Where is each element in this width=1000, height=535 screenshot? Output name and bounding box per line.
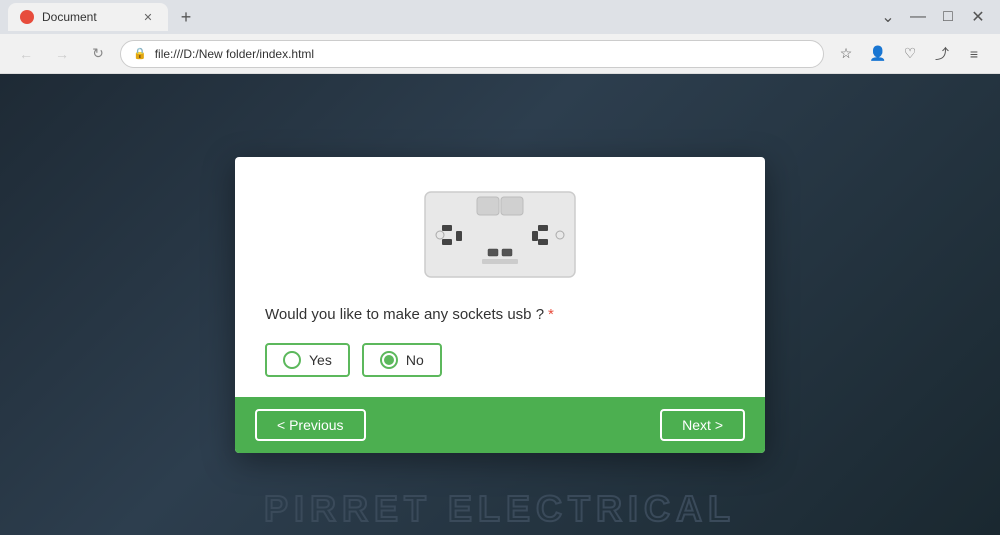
bookmark-icon[interactable]: ☆ bbox=[832, 40, 860, 68]
bg-logo-text: PIRRET ELECTRICAL bbox=[264, 488, 736, 530]
browser-chrome: Document ✕ + ⌄ — □ ✕ ← → ↻ 🔒 file:///D:/… bbox=[0, 0, 1000, 74]
question-container: Would you like to make any sockets usb ?… bbox=[265, 306, 554, 323]
nav-icon-group: ☆ 👤 ♡ ⤴ ≡ bbox=[832, 40, 988, 68]
tab-title: Document bbox=[42, 10, 97, 24]
options-group: Yes No bbox=[265, 343, 442, 377]
tab-close-btn[interactable]: ✕ bbox=[140, 9, 156, 25]
option-no-label: No bbox=[406, 352, 424, 368]
required-star: * bbox=[548, 306, 554, 323]
profile-icon[interactable]: 👤 bbox=[864, 40, 892, 68]
option-yes-btn[interactable]: Yes bbox=[265, 343, 350, 377]
socket-image-container bbox=[420, 187, 580, 282]
address-text: file:///D:/New folder/index.html bbox=[155, 47, 314, 61]
new-tab-btn[interactable]: + bbox=[172, 3, 200, 31]
share-icon[interactable]: ⤴ bbox=[928, 40, 956, 68]
close-win-btn[interactable]: ✕ bbox=[964, 3, 992, 31]
menu-icon[interactable]: ≡ bbox=[960, 40, 988, 68]
address-bar[interactable]: 🔒 file:///D:/New folder/index.html bbox=[120, 40, 824, 68]
option-no-btn[interactable]: No bbox=[362, 343, 442, 377]
radio-yes-outer bbox=[283, 351, 301, 369]
page-background: W PIRRET ELECTRICAL bbox=[0, 74, 1000, 535]
previous-btn[interactable]: < Previous bbox=[255, 409, 366, 441]
refresh-btn[interactable]: ↻ bbox=[84, 40, 112, 68]
radio-no-outer bbox=[380, 351, 398, 369]
modal-footer: < Previous Next > bbox=[235, 397, 765, 453]
back-btn[interactable]: ← bbox=[12, 40, 40, 68]
restore-btn[interactable]: □ bbox=[934, 3, 962, 31]
modal: Would you like to make any sockets usb ?… bbox=[235, 157, 765, 453]
option-yes-label: Yes bbox=[309, 352, 332, 368]
question-text: Would you like to make any sockets usb ? bbox=[265, 306, 544, 323]
tab-favicon bbox=[20, 10, 34, 24]
maximize-btn[interactable]: — bbox=[904, 3, 932, 31]
forward-btn[interactable]: → bbox=[48, 40, 76, 68]
heart-icon[interactable]: ♡ bbox=[896, 40, 924, 68]
modal-body: Would you like to make any sockets usb ?… bbox=[235, 157, 765, 397]
socket-svg bbox=[420, 187, 580, 282]
next-btn[interactable]: Next > bbox=[660, 409, 745, 441]
radio-no-inner bbox=[384, 355, 394, 365]
lock-icon: 🔒 bbox=[133, 47, 147, 60]
active-tab[interactable]: Document ✕ bbox=[8, 3, 168, 31]
window-controls: ⌄ — □ ✕ bbox=[874, 3, 992, 31]
nav-bar: ← → ↻ 🔒 file:///D:/New folder/index.html… bbox=[0, 34, 1000, 74]
tab-bar: Document ✕ + ⌄ — □ ✕ bbox=[0, 0, 1000, 34]
minimize-btn[interactable]: ⌄ bbox=[874, 3, 902, 31]
